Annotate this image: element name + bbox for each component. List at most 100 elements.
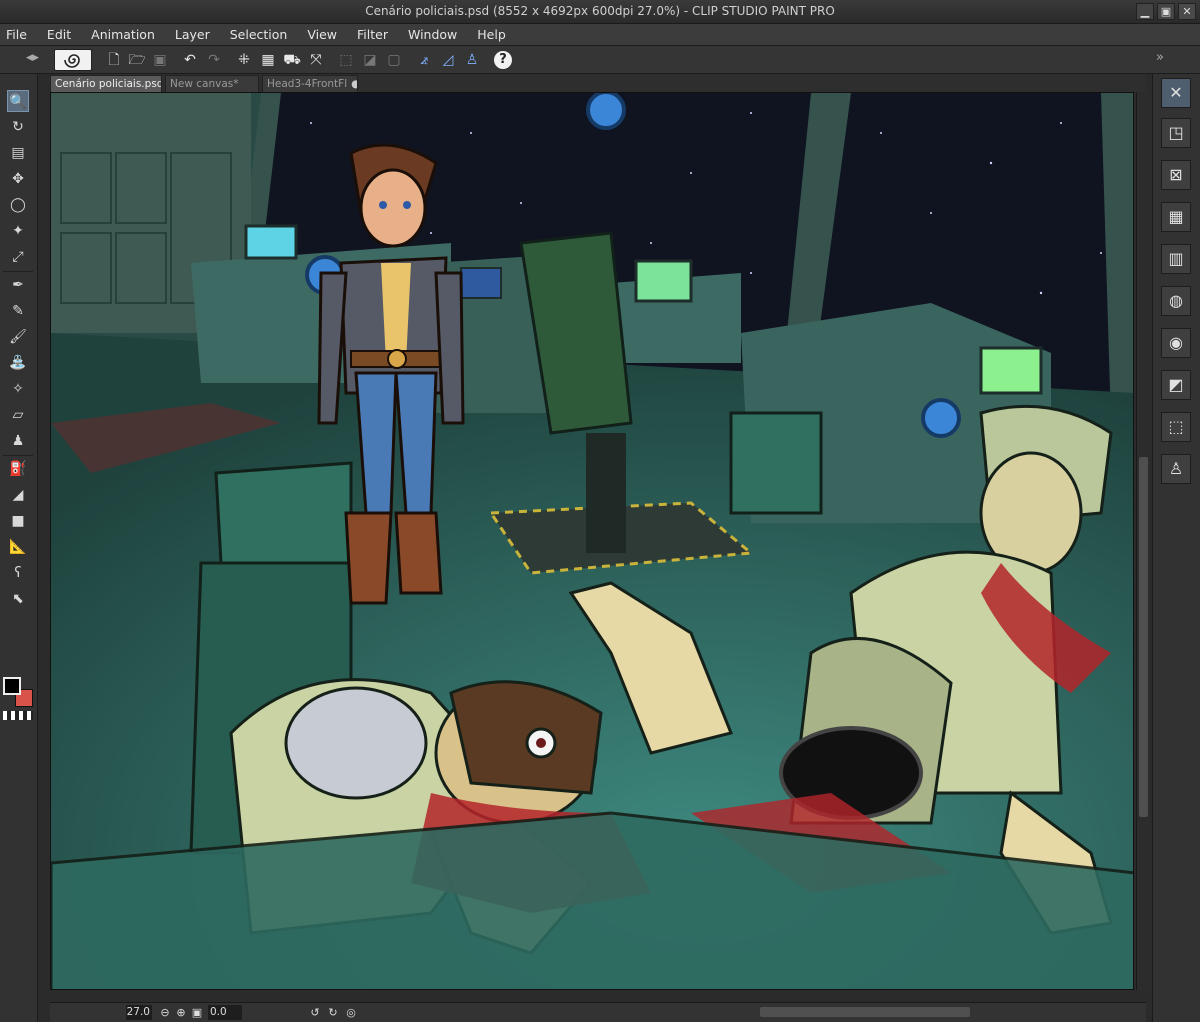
menu-selection[interactable]: Selection [230, 27, 288, 42]
rotation-value[interactable]: 0.0 [208, 1005, 242, 1020]
invert-selection-icon[interactable]: ◪ [360, 50, 380, 70]
redo-icon[interactable]: ↷ [204, 50, 224, 70]
rotate-left-icon[interactable]: ↺ [308, 1005, 322, 1020]
tab-head3-4frontfl[interactable]: Head3-4FrontFl● [262, 75, 358, 92]
navigator-icon[interactable]: ✕ [1161, 78, 1191, 108]
fit-window-icon[interactable]: ▣ [190, 1005, 204, 1020]
clip-studio-logo-button[interactable] [54, 49, 92, 71]
command-bar: ◂▸ 🗋 🗁 ▣ ↶ ↷ ⁜ ▦ ⛟ ⤧ ⬚ ◪ ▢ ⦨ ◿ ♙ ? » [0, 46, 1200, 74]
help-button[interactable]: ? [494, 51, 512, 69]
fill-icon[interactable]: ⛟ [282, 50, 302, 70]
show-selection-icon[interactable]: ▢ [384, 50, 404, 70]
move-layer-icon[interactable]: ✥ [7, 168, 29, 190]
sub-view-icon[interactable]: ◳ [1161, 118, 1191, 148]
brush-icon[interactable]: 🖌 [7, 326, 29, 348]
menu-bar: File Edit Animation Layer Selection View… [0, 24, 1200, 46]
navigator-bar: 27.0 ⊖ ⊕ ▣ 0.0 ↺ ↻ ◎ [50, 1002, 1146, 1022]
artwork-canvas[interactable] [51, 93, 1134, 990]
rotate-view-icon[interactable]: ↻ [7, 116, 29, 138]
tab-new-canvas[interactable]: New canvas*● [165, 75, 259, 92]
menu-animation[interactable]: Animation [91, 27, 155, 42]
tab-label: New canvas* [170, 78, 239, 90]
blend-icon[interactable]: ♟ [7, 430, 29, 452]
zoom-value[interactable]: 27.0 [126, 1005, 152, 1020]
figure-material-icon[interactable]: ♙ [1161, 454, 1191, 484]
color-wheel-icon[interactable]: ◍ [1161, 286, 1191, 316]
transparent-color-swatch[interactable] [3, 711, 33, 720]
zoom-in-icon[interactable]: ⊕ [174, 1005, 188, 1020]
eraser-icon[interactable]: ▱ [7, 404, 29, 426]
window-title: Cenário policiais.psd (8552 x 4692px 600… [365, 4, 835, 18]
text-icon[interactable]: ʕ [7, 562, 29, 584]
new-file-icon[interactable]: 🗋 [104, 50, 124, 70]
layer-icon[interactable]: ◩ [1161, 370, 1191, 400]
reset-rotation-icon[interactable]: ◎ [344, 1005, 358, 1020]
open-file-icon[interactable]: 🗁 [127, 50, 147, 70]
collapse-right-icon[interactable]: » [1156, 50, 1164, 65]
airbrush-icon[interactable]: ⛲ [7, 352, 29, 374]
clear-icon[interactable]: ⁜ [234, 50, 254, 70]
tab-label: Head3-4FrontFl [267, 78, 348, 90]
chair-pedestal [586, 433, 626, 553]
zoom-out-icon[interactable]: ⊖ [158, 1005, 172, 1020]
snap-ruler-icon[interactable]: ⦨ [414, 50, 434, 70]
tab-close-icon[interactable]: ● [351, 78, 357, 90]
right-palette-dock: ✕ ◳ ⊠ ▦ ▥ ◍ ◉ ◩ ⬚ ♙ [1152, 74, 1200, 1022]
document-tabs: Cenário policiais.psd✕ New canvas*● Head… [50, 74, 1146, 92]
vertical-scrollbar[interactable] [1136, 92, 1150, 990]
pen-icon[interactable]: ✒ [7, 274, 29, 296]
snap-special-ruler-icon[interactable]: ◿ [438, 50, 458, 70]
undo-icon[interactable]: ↶ [180, 50, 200, 70]
material-icon[interactable]: ⬚ [1161, 412, 1191, 442]
tab-cenario-policiais[interactable]: Cenário policiais.psd✕ [50, 75, 162, 92]
console-screen-blue [460, 267, 502, 299]
tool-divider [3, 455, 33, 456]
rotate-right-icon[interactable]: ↻ [326, 1005, 340, 1020]
spiral-logo-icon [64, 54, 80, 68]
collapse-left-icon[interactable]: ◂▸ [26, 50, 39, 65]
figure-icon[interactable]: ■ [7, 510, 29, 532]
eyedropper-icon[interactable]: ⤢ [7, 246, 29, 268]
clear-outside-icon[interactable]: ▦ [258, 50, 278, 70]
operation-icon[interactable]: ⬉ [7, 588, 29, 610]
decoration-icon[interactable]: ✧ [7, 378, 29, 400]
menu-view[interactable]: View [307, 27, 337, 42]
layer-property-icon[interactable]: ▥ [1161, 244, 1191, 274]
main-color-swatch[interactable] [3, 677, 21, 695]
color-set-icon[interactable]: ◉ [1161, 328, 1191, 358]
layer-select-icon[interactable]: ▤ [7, 142, 29, 164]
marker-right [921, 398, 961, 438]
tool-property-icon[interactable]: ⊠ [1161, 160, 1191, 190]
pencil-icon[interactable]: ✎ [7, 300, 29, 322]
menu-layer[interactable]: Layer [175, 27, 210, 42]
console-screen-cyan [244, 224, 298, 260]
tool-divider [3, 271, 33, 272]
magic-wand-icon[interactable]: ✦ [7, 220, 29, 242]
brush-size-icon[interactable]: ▦ [1161, 202, 1191, 232]
zoom-tool-icon[interactable]: 🔍 [7, 90, 29, 112]
menu-help[interactable]: Help [477, 27, 506, 42]
menu-file[interactable]: File [6, 27, 27, 42]
transform-icon[interactable]: ⤧ [306, 50, 326, 70]
window-controls: ▁ ▣ ✕ [1136, 3, 1196, 20]
vertical-scroll-thumb[interactable] [1139, 457, 1148, 817]
deselect-icon[interactable]: ⬚ [336, 50, 356, 70]
minimize-button[interactable]: ▁ [1136, 3, 1154, 20]
seat-left [214, 461, 353, 565]
close-button[interactable]: ✕ [1178, 3, 1196, 20]
tool-palette: 🔍 ↻ ▤ ✥ ◯ ✦ ⤢ ✒ ✎ 🖌 ⛲ ✧ ▱ ♟ ⛽ ◢ ■ 📐 ʕ ⬉ [0, 74, 38, 1022]
lasso-icon[interactable]: ◯ [7, 194, 29, 216]
canvas-area[interactable] [50, 92, 1134, 990]
ruler-icon[interactable]: 📐 [7, 536, 29, 558]
save-icon[interactable]: ▣ [150, 50, 170, 70]
tab-label: Cenário policiais.psd [55, 78, 162, 90]
fill-bucket-icon[interactable]: ⛽ [7, 458, 29, 480]
menu-filter[interactable]: Filter [357, 27, 388, 42]
menu-window[interactable]: Window [408, 27, 457, 42]
horizontal-scroll-thumb[interactable] [760, 1007, 970, 1017]
snap-grid-icon[interactable]: ♙ [462, 50, 482, 70]
gradient-icon[interactable]: ◢ [7, 484, 29, 506]
maximize-button[interactable]: ▣ [1157, 3, 1175, 20]
marker-top [586, 93, 626, 130]
menu-edit[interactable]: Edit [47, 27, 71, 42]
